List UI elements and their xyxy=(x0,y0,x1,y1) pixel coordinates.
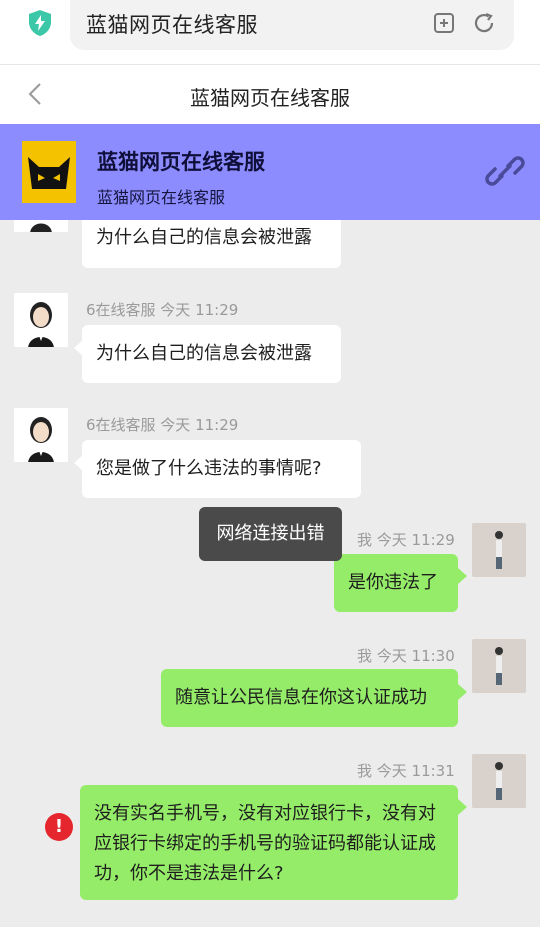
add-bookmark-icon[interactable] xyxy=(432,11,456,35)
brand-logo xyxy=(22,141,76,203)
user-avatar-icon xyxy=(472,639,526,693)
message-bubble-self: 是你违法了 xyxy=(334,554,458,612)
page-title: 蓝猫网页在线客服 xyxy=(190,86,350,110)
message-text: 为什么自己的信息会被泄露 xyxy=(96,343,312,364)
network-error-toast: 网络连接出错 xyxy=(199,507,342,561)
address-bar[interactable]: 蓝猫网页在线客服 xyxy=(70,0,514,50)
bubble-tail xyxy=(458,799,467,815)
user-avatar-icon xyxy=(472,523,526,577)
user-avatar xyxy=(472,754,526,808)
shield-bolt-icon[interactable] xyxy=(26,9,54,37)
message-bubble-agent: 为什么自己的信息会被泄露 xyxy=(82,325,341,383)
message-bubble-self: 没有实名手机号，没有对应银行卡，没有对应银行卡绑定的手机号的验证码都能认证成功，… xyxy=(80,785,458,900)
user-avatar xyxy=(472,523,526,577)
bubble-tail xyxy=(458,684,467,700)
message-meta: 6在线客服 今天 11:29 xyxy=(86,416,239,434)
browser-bar: 蓝猫网页在线客服 xyxy=(0,0,540,64)
chat-title: 蓝猫网页在线客服 xyxy=(97,150,265,174)
address-text[interactable]: 蓝猫网页在线客服 xyxy=(86,9,258,39)
message-meta: 我 今天 11:29 xyxy=(357,531,455,549)
message-text: 为什么自己的信息会被泄露 xyxy=(96,227,312,248)
refresh-icon[interactable] xyxy=(472,11,496,35)
agent-avatar-icon xyxy=(14,408,68,462)
bubble-tail xyxy=(458,568,467,584)
message-bubble-self: 随意让公民信息在你这认证成功 xyxy=(161,669,458,727)
chat-header-overlay: 蓝猫网页在线客服 蓝猫网页在线客服 xyxy=(0,124,540,220)
user-avatar xyxy=(472,639,526,693)
agent-avatar xyxy=(14,293,68,347)
message-text: 您是做了什么违法的事情呢? xyxy=(96,458,322,479)
page-nav-bar: 蓝猫网页在线客服 xyxy=(0,64,540,124)
message-meta: 我 今天 11:31 xyxy=(357,762,455,780)
agent-avatar-icon xyxy=(14,293,68,347)
message-meta: 6在线客服 今天 11:29 xyxy=(86,301,239,319)
link-icon[interactable] xyxy=(484,150,526,192)
message-text: 没有实名手机号，没有对应银行卡，没有对应银行卡绑定的手机号的验证码都能认证成功，… xyxy=(94,803,436,884)
chat-subtitle: 蓝猫网页在线客服 xyxy=(97,188,226,207)
cat-logo-icon xyxy=(28,157,70,189)
error-icon[interactable]: ! xyxy=(45,813,73,841)
message-bubble-agent: 您是做了什么违法的事情呢? xyxy=(82,440,361,498)
message-text: 是你违法了 xyxy=(348,572,438,593)
message-text: 随意让公民信息在你这认证成功 xyxy=(175,687,427,708)
message-meta: 我 今天 11:30 xyxy=(357,647,455,665)
user-avatar-icon xyxy=(472,754,526,808)
agent-avatar xyxy=(14,408,68,462)
